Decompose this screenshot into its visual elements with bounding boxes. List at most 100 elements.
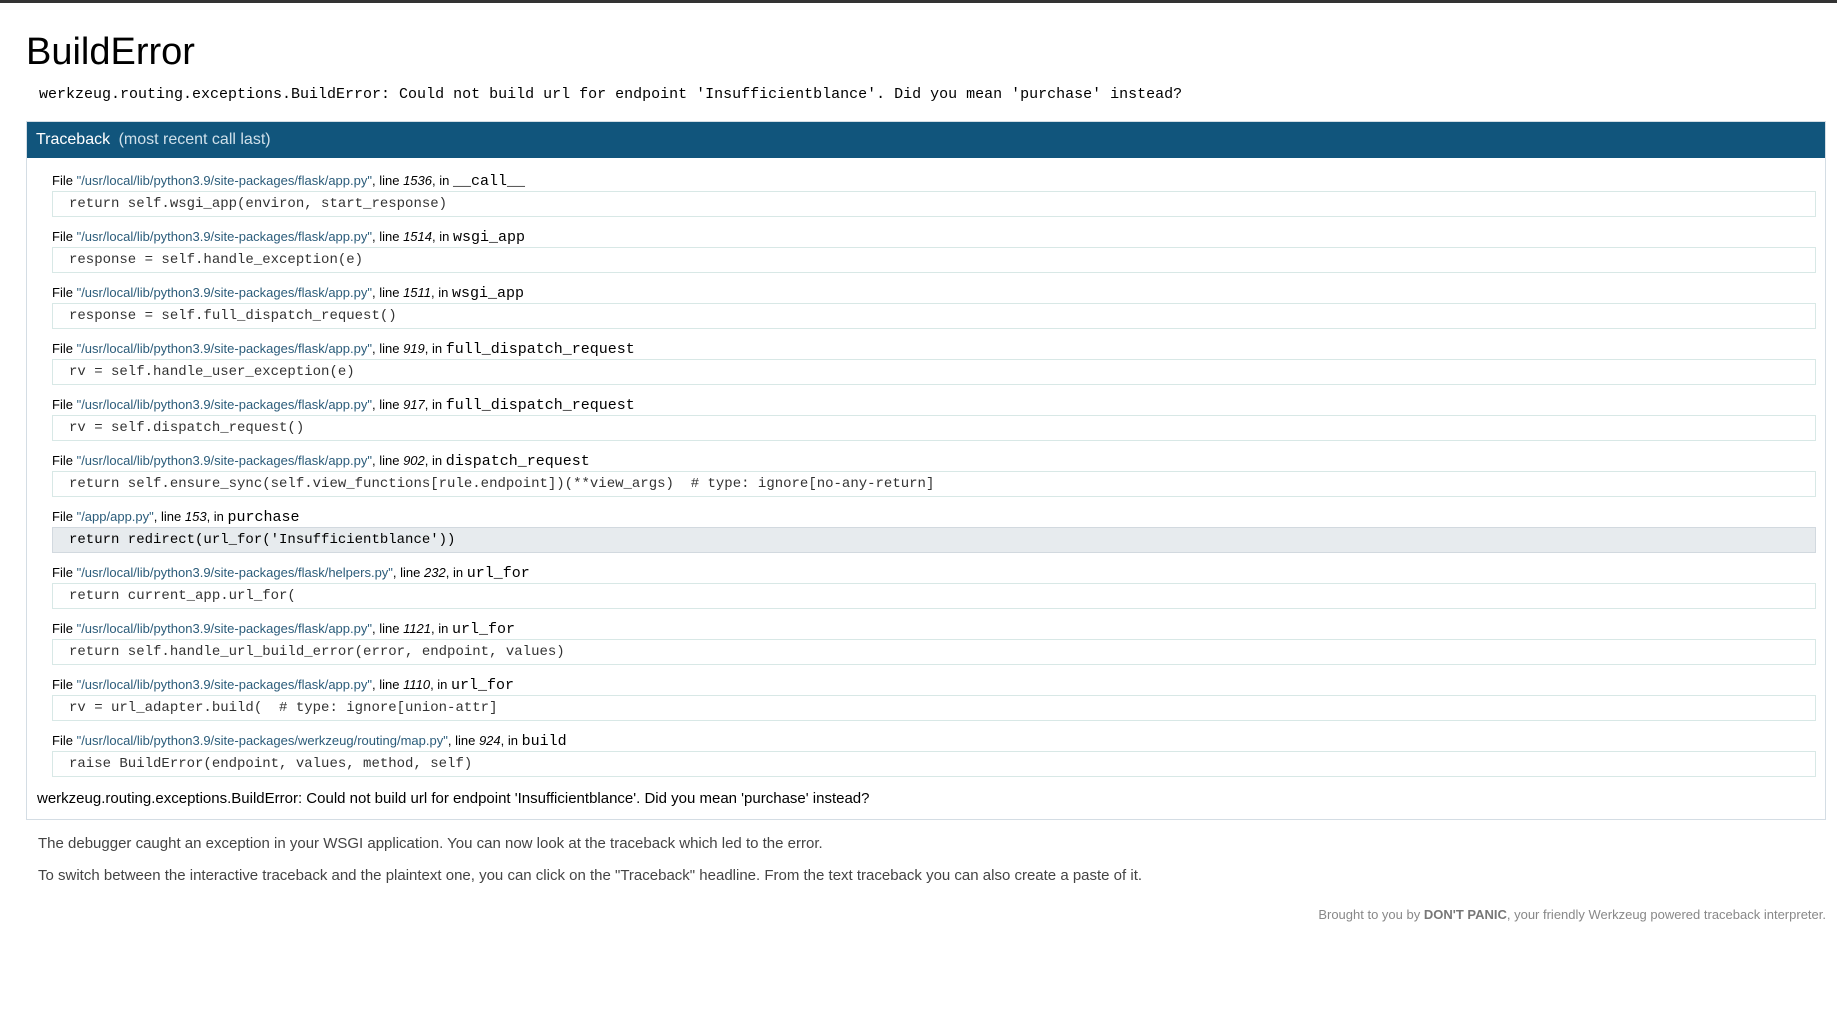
frame-file-word: File	[52, 677, 73, 692]
traceback-frame: File "/usr/local/lib/python3.9/site-pack…	[52, 616, 1816, 665]
frame-code-current[interactable]: return redirect(url_for('Insufficientbla…	[52, 527, 1816, 553]
frame-filename: "/usr/local/lib/python3.9/site-packages/…	[76, 565, 393, 580]
frame-line-word: , line	[153, 509, 182, 524]
traceback-plain-error: werkzeug.routing.exceptions.BuildError: …	[37, 790, 870, 807]
frame-title: File "/usr/local/lib/python3.9/site-pack…	[52, 392, 1816, 414]
frame-title: File "/usr/local/lib/python3.9/site-pack…	[52, 728, 1816, 750]
traceback-headline-sub: (most recent call last)	[118, 131, 271, 148]
traceback-headline[interactable]: Traceback (most recent call last)	[27, 122, 1825, 158]
frame-function: full_dispatch_request	[445, 397, 635, 414]
frame-code[interactable]: return current_app.url_for(	[52, 583, 1816, 609]
frame-code[interactable]: return self.handle_url_build_error(error…	[52, 639, 1816, 665]
explanation-text-2: To switch between the interactive traceb…	[38, 867, 1143, 884]
frame-in-word: , in	[445, 565, 464, 580]
traceback-headline-label: Traceback	[36, 131, 111, 148]
traceback-frame: File "/usr/local/lib/python3.9/site-pack…	[52, 728, 1816, 777]
debugger-page: BuildError werkzeug.routing.exceptions.B…	[26, 3, 1826, 922]
frame-file-word: File	[52, 397, 73, 412]
frame-function: purchase	[227, 509, 300, 526]
frame-code[interactable]: rv = self.dispatch_request()	[52, 415, 1816, 441]
frame-line-number: 1536	[403, 173, 432, 188]
explanation-text-1: The debugger caught an exception in your…	[38, 835, 823, 852]
frame-code[interactable]: response = self.full_dispatch_request()	[52, 303, 1816, 329]
frame-code[interactable]: return self.wsgi_app(environ, start_resp…	[52, 191, 1816, 217]
frame-line-word: , line	[392, 565, 421, 580]
frame-function: url_for	[466, 565, 530, 582]
frame-line-number: 1514	[403, 229, 432, 244]
traceback-frame: File "/app/app.py", line 153, in purchas…	[52, 504, 1816, 553]
frame-code[interactable]: response = self.handle_exception(e)	[52, 247, 1816, 273]
frame-in-word: , in	[424, 341, 443, 356]
frame-file-word: File	[52, 565, 73, 580]
frame-file-word: File	[52, 285, 73, 300]
frame-file-word: File	[52, 621, 73, 636]
frame-line-word: , line	[447, 733, 476, 748]
traceback-frame: File "/usr/local/lib/python3.9/site-pack…	[52, 448, 1816, 497]
frame-in-word: , in	[431, 229, 450, 244]
frame-line-number: 1110	[403, 677, 431, 692]
frame-file-word: File	[52, 229, 73, 244]
frame-filename: "/usr/local/lib/python3.9/site-packages/…	[76, 229, 372, 244]
frame-function: wsgi_app	[452, 229, 525, 246]
frame-in-word: , in	[431, 173, 450, 188]
frame-filename: "/usr/local/lib/python3.9/site-packages/…	[76, 285, 372, 300]
frame-function: dispatch_request	[445, 453, 590, 470]
footer-prefix: Brought to you by	[1318, 907, 1424, 922]
explanation: The debugger caught an exception in your…	[38, 835, 1826, 885]
frame-filename: "/usr/local/lib/python3.9/site-packages/…	[76, 733, 448, 748]
footer-brand: DON'T PANIC	[1423, 907, 1507, 922]
frame-in-word: , in	[500, 733, 518, 748]
frame-title: File "/usr/local/lib/python3.9/site-pack…	[52, 672, 1816, 694]
frame-line-number: 1121	[403, 621, 432, 636]
frame-in-word: , in	[431, 285, 449, 300]
frame-function: __call__	[452, 173, 525, 190]
frame-code[interactable]: return self.ensure_sync(self.view_functi…	[52, 471, 1816, 497]
frame-line-word: , line	[371, 677, 400, 692]
frame-file-word: File	[52, 173, 73, 188]
frame-line-number: 924	[478, 733, 501, 748]
frame-in-word: , in	[431, 621, 449, 636]
frame-line-word: , line	[371, 173, 400, 188]
frame-title: File "/usr/local/lib/python3.9/site-pack…	[52, 616, 1816, 638]
frame-code[interactable]: raise BuildError(endpoint, values, metho…	[52, 751, 1816, 777]
frame-line-word: , line	[371, 397, 400, 412]
traceback-frame: File "/usr/local/lib/python3.9/site-pack…	[52, 168, 1816, 217]
frame-in-word: , in	[424, 397, 443, 412]
frame-code[interactable]: rv = url_adapter.build( # type: ignore[u…	[52, 695, 1816, 721]
frame-line-number: 153	[184, 509, 207, 524]
frame-title: File "/usr/local/lib/python3.9/site-pack…	[52, 560, 1816, 582]
error-message: werkzeug.routing.exceptions.BuildError: …	[39, 86, 1183, 103]
frame-code[interactable]: rv = self.handle_user_exception(e)	[52, 359, 1816, 385]
frame-filename: "/usr/local/lib/python3.9/site-packages/…	[76, 453, 372, 468]
frame-title: File "/app/app.py", line 153, in purchas…	[52, 504, 1816, 526]
frame-filename: "/app/app.py"	[76, 509, 154, 524]
frame-function: url_for	[452, 621, 516, 638]
frame-line-number: 1511	[403, 285, 432, 300]
traceback-frame: File "/usr/local/lib/python3.9/site-pack…	[52, 336, 1816, 385]
frame-file-word: File	[52, 509, 73, 524]
frame-line-word: , line	[371, 285, 400, 300]
frame-line-word: , line	[371, 621, 400, 636]
frame-line-word: , line	[371, 341, 400, 356]
frame-filename: "/usr/local/lib/python3.9/site-packages/…	[76, 341, 372, 356]
traceback-frame: File "/usr/local/lib/python3.9/site-pack…	[52, 224, 1816, 273]
frame-line-number: 232	[424, 565, 446, 580]
frame-line-number: 917	[403, 397, 425, 412]
frame-title: File "/usr/local/lib/python3.9/site-pack…	[52, 336, 1816, 358]
frame-function: url_for	[451, 677, 515, 694]
frame-filename: "/usr/local/lib/python3.9/site-packages/…	[76, 397, 372, 412]
frame-function: build	[521, 733, 567, 750]
frame-line-number: 902	[403, 453, 425, 468]
frame-filename: "/usr/local/lib/python3.9/site-packages/…	[76, 173, 372, 188]
frame-filename: "/usr/local/lib/python3.9/site-packages/…	[76, 677, 372, 692]
traceback-frame: File "/usr/local/lib/python3.9/site-pack…	[52, 280, 1816, 329]
frame-file-word: File	[52, 453, 73, 468]
traceback-frame: File "/usr/local/lib/python3.9/site-pack…	[52, 392, 1816, 441]
frame-function: full_dispatch_request	[445, 341, 635, 358]
frame-title: File "/usr/local/lib/python3.9/site-pack…	[52, 280, 1816, 302]
frame-line-word: , line	[371, 453, 400, 468]
traceback-frame: File "/usr/local/lib/python3.9/site-pack…	[52, 560, 1816, 609]
frame-title: File "/usr/local/lib/python3.9/site-pack…	[52, 448, 1816, 470]
traceback-panel: Traceback (most recent call last) File "…	[26, 121, 1826, 820]
frame-in-word: , in	[430, 677, 448, 692]
